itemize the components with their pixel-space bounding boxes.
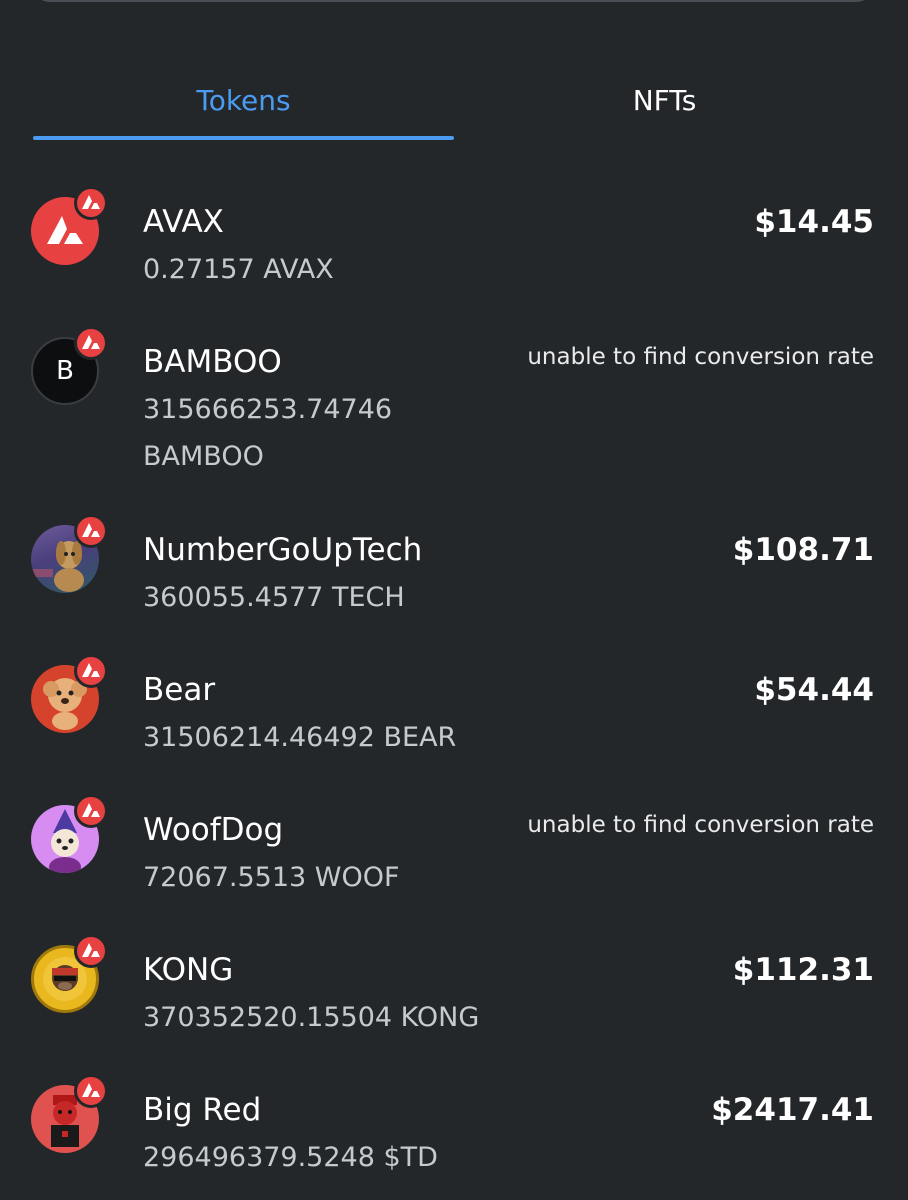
token-name: AVAX: [143, 204, 224, 240]
avalanche-icon: [74, 934, 108, 968]
active-tab-indicator: [33, 136, 454, 140]
search-box-edge[interactable]: [35, 0, 871, 2]
token-name: Bear: [143, 672, 216, 708]
wallet-screen: Tokens NFTs AVAX 0.27157 AVAX $14.45 B B…: [0, 0, 908, 1200]
avalanche-icon: [74, 1074, 108, 1108]
token-balance: 370352520.15504 KONG: [143, 1002, 480, 1033]
avalanche-icon: [74, 794, 108, 828]
avatar-initial: B: [56, 356, 74, 386]
token-balance: 360055.4577 TECH: [143, 582, 405, 613]
token-row-kong[interactable]: KONG 370352520.15504 KONG $112.31: [0, 934, 908, 1048]
token-value: $108.71: [732, 532, 874, 568]
token-balance: 296496379.5248 $TD: [143, 1142, 438, 1173]
tab-bar: Tokens NFTs: [33, 60, 875, 142]
token-name: BAMBOO: [143, 344, 282, 380]
token-row-bamboo[interactable]: B BAMBOO 315666253.74746 BAMBOO unable t…: [0, 326, 908, 480]
tab-nfts[interactable]: NFTs: [454, 60, 875, 140]
token-value: $54.44: [754, 672, 874, 708]
token-row-numbergouptech[interactable]: NumberGoUpTech 360055.4577 TECH $108.71: [0, 514, 908, 628]
token-row-bear[interactable]: Bear 31506214.46492 BEAR $54.44: [0, 654, 908, 768]
avalanche-icon: [74, 654, 108, 688]
token-value: $112.31: [732, 952, 874, 988]
token-row-woofdog[interactable]: WoofDog 72067.5513 WOOF unable to find c…: [0, 794, 908, 908]
token-name: KONG: [143, 952, 234, 988]
token-value: $14.45: [754, 204, 874, 240]
token-row-big-red[interactable]: Big Red 296496379.5248 $TD $2417.41: [0, 1074, 908, 1188]
avalanche-icon: [74, 186, 108, 220]
avalanche-icon: [74, 514, 108, 548]
token-balance: 0.27157 AVAX: [143, 254, 334, 285]
token-name: WoofDog: [143, 812, 284, 848]
avalanche-icon: [74, 326, 108, 360]
token-value: $2417.41: [711, 1092, 874, 1128]
token-name: Big Red: [143, 1092, 262, 1128]
tab-tokens[interactable]: Tokens: [33, 60, 454, 140]
token-value: unable to find conversion rate: [527, 812, 874, 838]
token-balance: 315666253.74746 BAMBOO: [143, 394, 393, 472]
token-row-avax[interactable]: AVAX 0.27157 AVAX $14.45: [0, 186, 908, 300]
token-balance: 31506214.46492 BEAR: [143, 722, 457, 753]
token-value: unable to find conversion rate: [527, 344, 874, 370]
token-name: NumberGoUpTech: [143, 532, 423, 568]
token-balance: 72067.5513 WOOF: [143, 862, 400, 893]
